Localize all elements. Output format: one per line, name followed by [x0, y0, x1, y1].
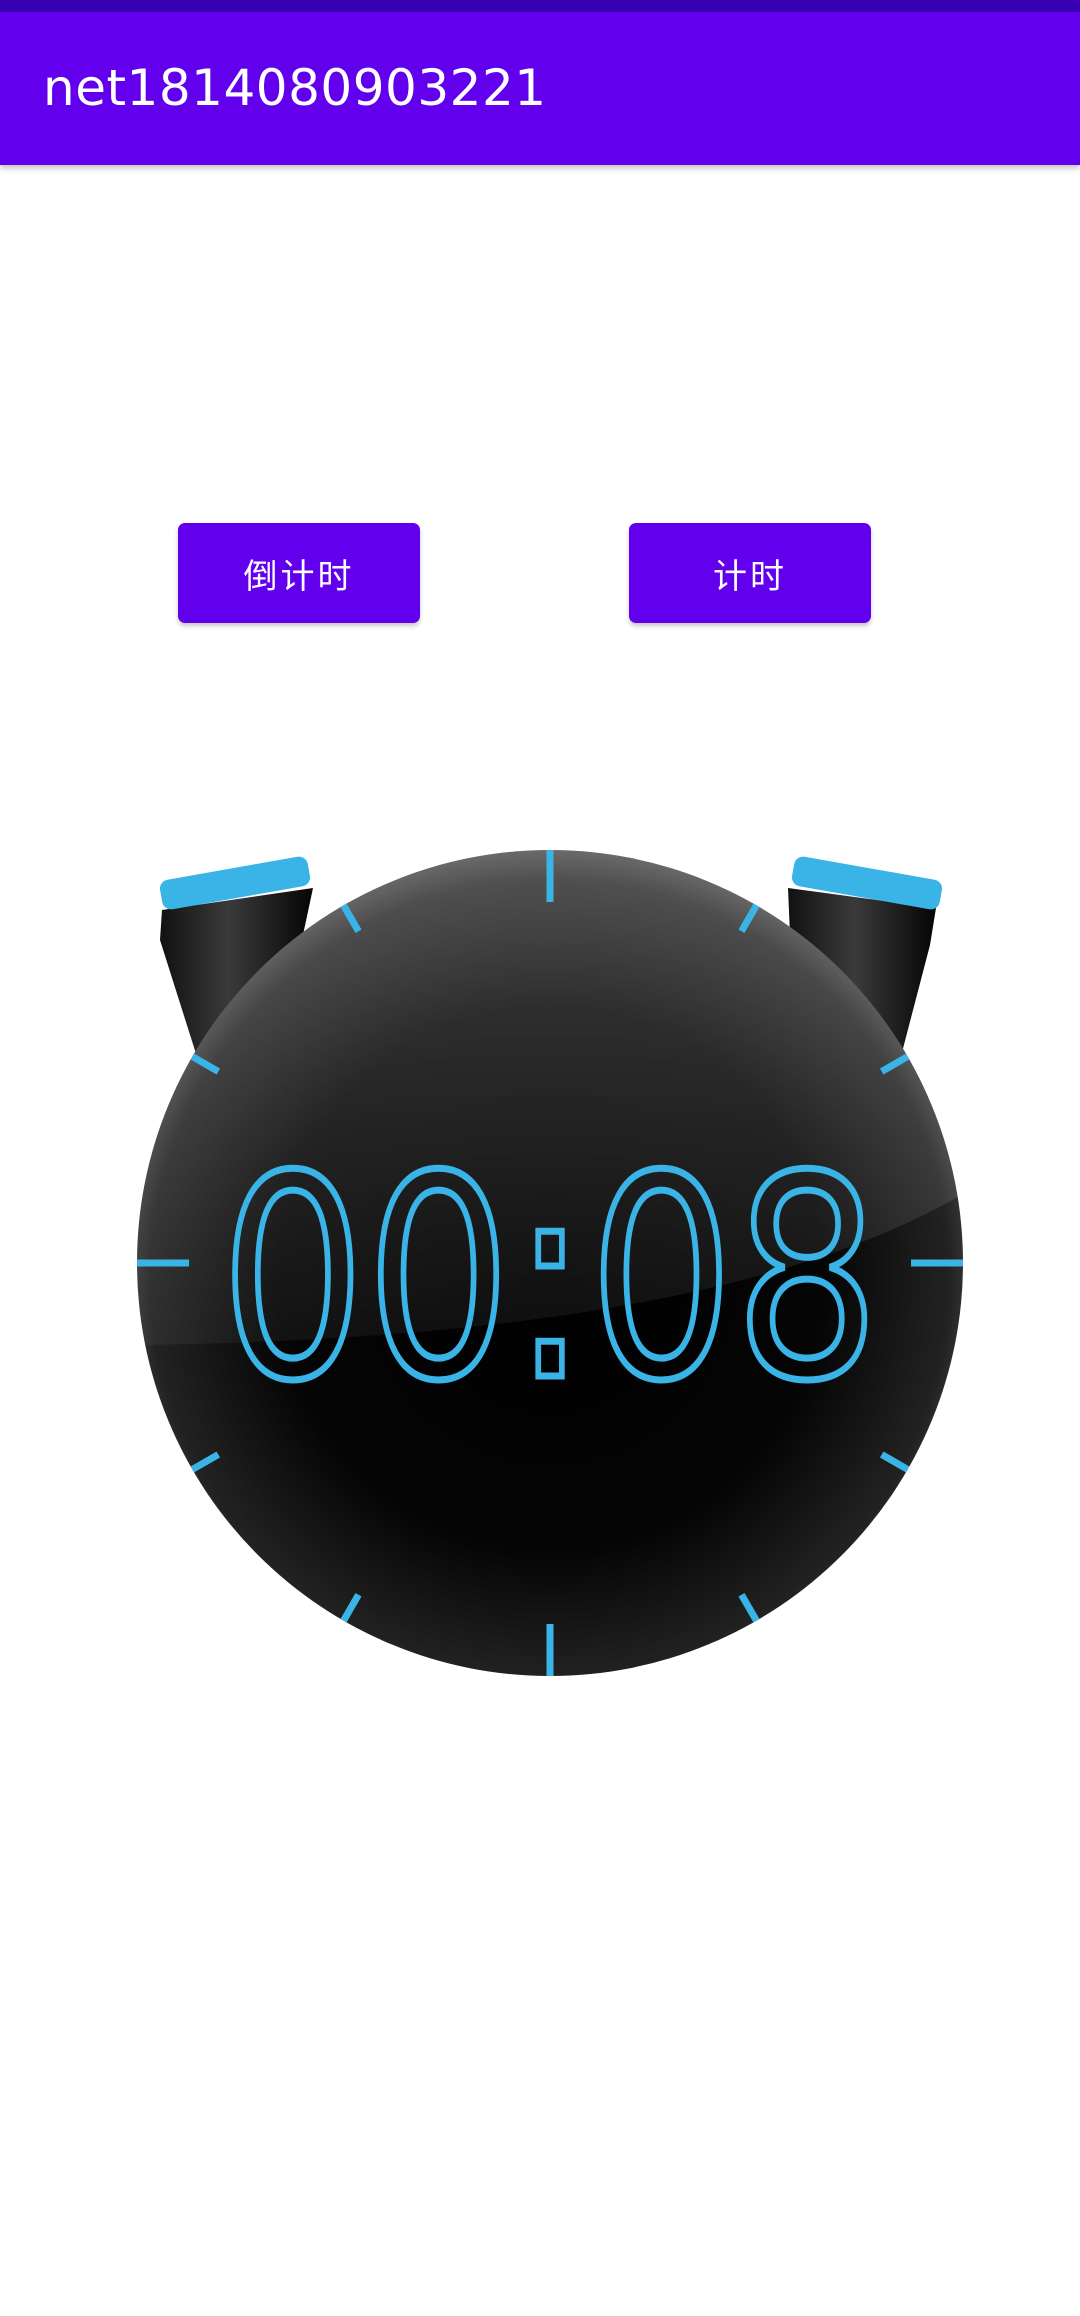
status-bar — [0, 0, 1080, 12]
stopwatch-graphic: 00:08 — [0, 840, 1080, 1690]
timer-button[interactable]: 计时 — [629, 523, 871, 623]
countdown-button[interactable]: 倒计时 — [178, 523, 420, 623]
time-display: 00:08 — [220, 1117, 880, 1443]
app-title: net1814080903221 — [43, 59, 547, 117]
app-bar: net1814080903221 — [0, 12, 1080, 165]
